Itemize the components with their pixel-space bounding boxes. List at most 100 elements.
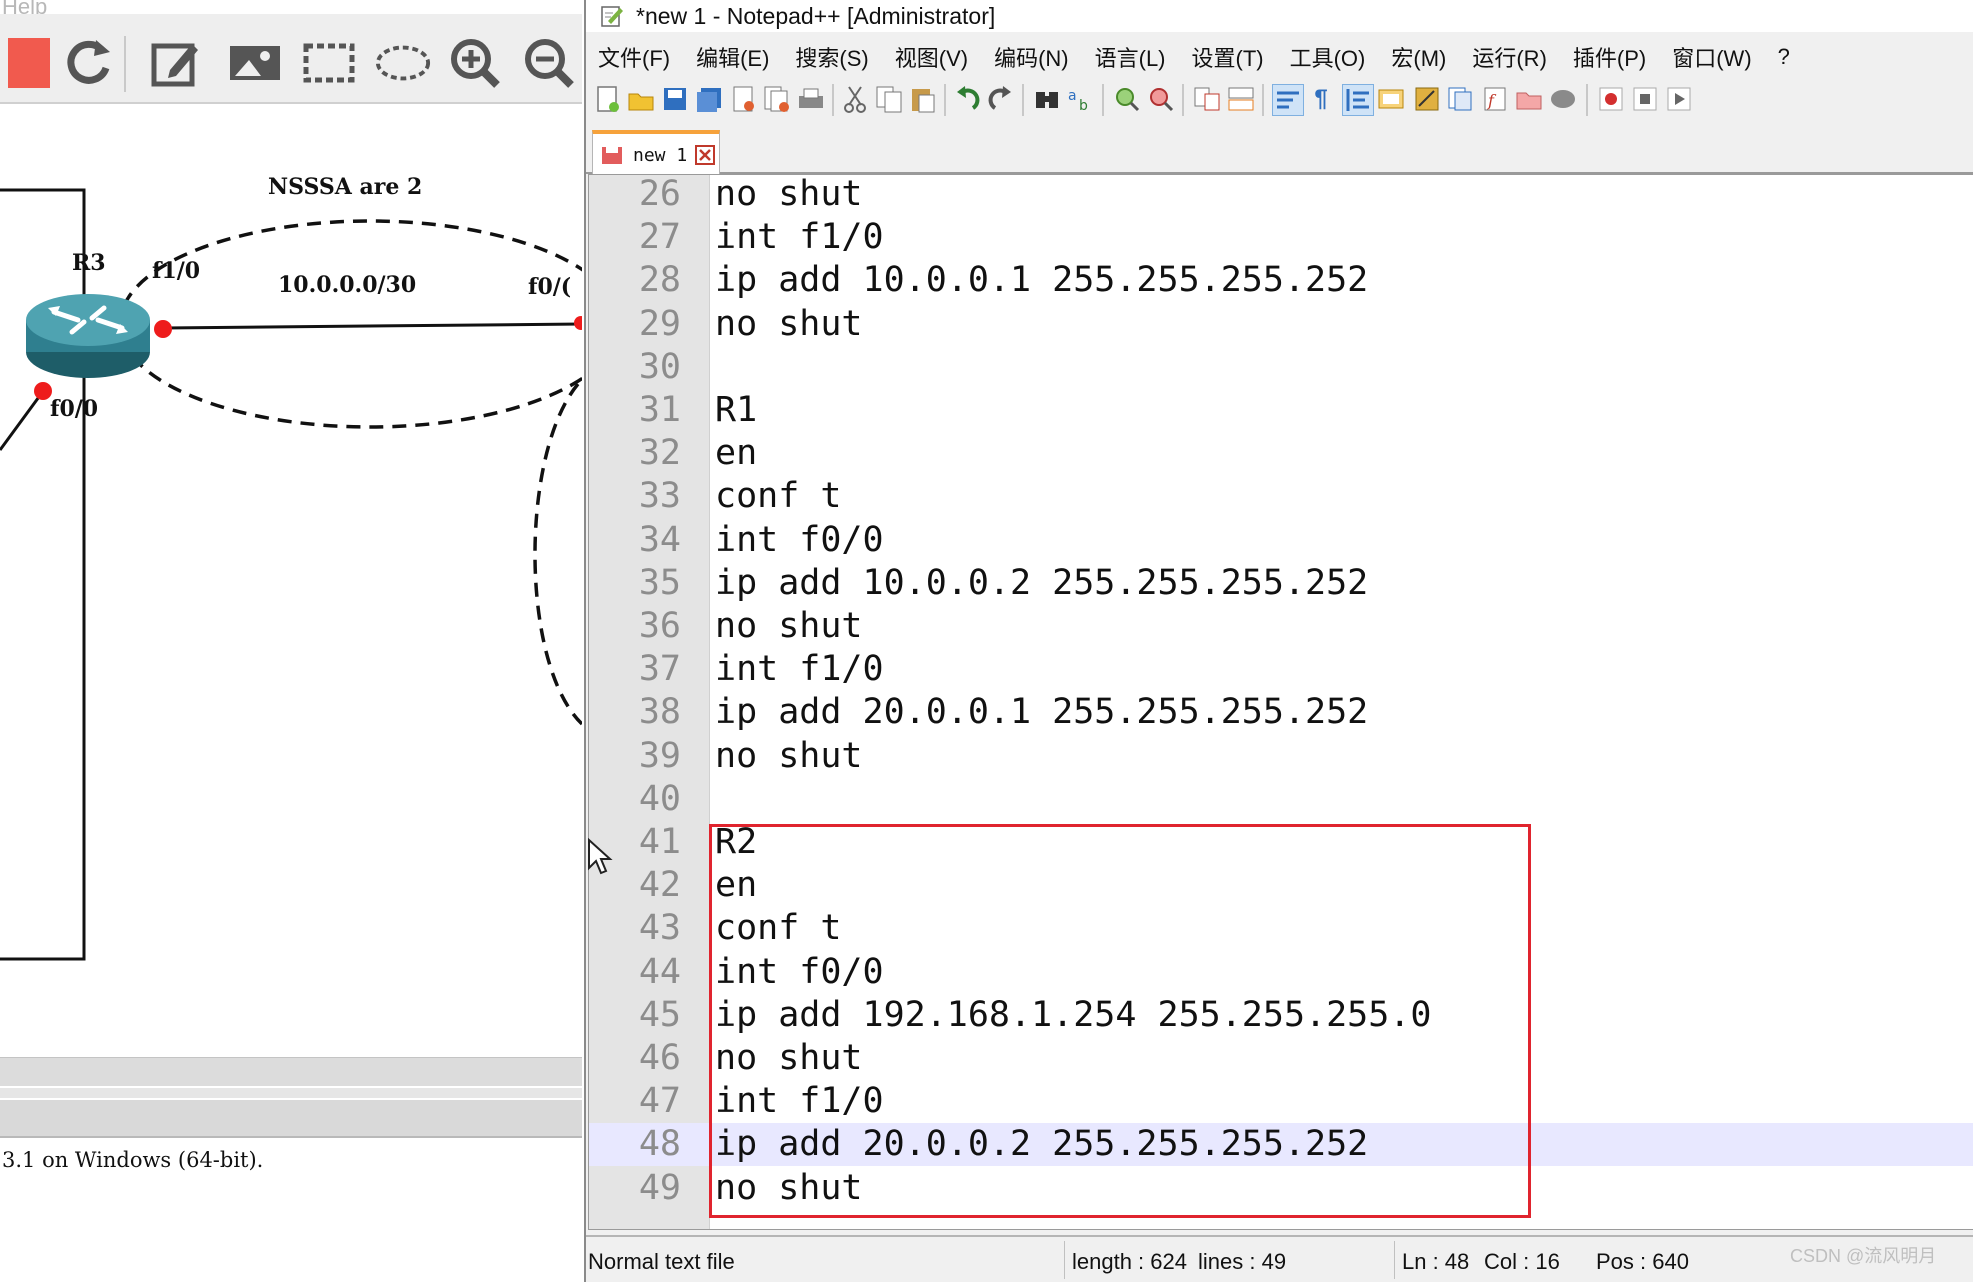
tab-new-1[interactable]: new 1	[592, 130, 720, 176]
menu-file[interactable]: 文件(F)	[598, 41, 670, 73]
editor-line[interactable]: 38 ip add 20.0.0.1 255.255.255.252	[589, 691, 1973, 734]
indent-guide-icon[interactable]	[1342, 84, 1374, 116]
line-text[interactable]: R1	[715, 389, 757, 432]
menu-plugins[interactable]: 插件(P)	[1573, 41, 1646, 73]
new-file-icon[interactable]	[592, 84, 622, 114]
zoom-out-editor-icon[interactable]	[1146, 84, 1176, 114]
stop-macro-icon[interactable]	[1630, 84, 1660, 114]
menu-view[interactable]: 视图(V)	[895, 41, 968, 73]
line-text[interactable]: en	[715, 432, 757, 475]
document-map-icon[interactable]	[1412, 84, 1442, 114]
zoom-out-icon[interactable]	[520, 34, 578, 92]
menu-settings[interactable]: 设置(T)	[1192, 41, 1264, 73]
undo-icon[interactable]	[952, 84, 982, 114]
user-language-icon[interactable]	[1376, 84, 1406, 114]
menu-language[interactable]: 语言(L)	[1095, 41, 1166, 73]
pane-splitter[interactable]	[0, 1088, 582, 1098]
stop-icon[interactable]	[0, 34, 58, 92]
close-tab-icon[interactable]	[695, 145, 716, 165]
line-text[interactable]: int f1/0	[715, 648, 884, 691]
gns3-menu-help[interactable]: Help	[0, 0, 47, 19]
editor-line[interactable]: 28 ip add 10.0.0.1 255.255.255.252	[589, 259, 1973, 302]
line-text[interactable]: int f1/0	[715, 216, 884, 259]
zoom-in-icon[interactable]	[446, 34, 504, 92]
redo-icon[interactable]	[986, 84, 1016, 114]
text-editor[interactable]: 26 no shut 27 int f1/0 28 ip add 10.0.0.1 255…	[588, 174, 1973, 1230]
area-label[interactable]: NSSSA are 2	[268, 174, 422, 200]
document-list-icon[interactable]	[1446, 84, 1476, 114]
folder-workspace-icon[interactable]	[1514, 84, 1544, 114]
draw-ellipse-icon[interactable]	[374, 34, 432, 92]
open-file-icon[interactable]	[626, 84, 656, 114]
menu-edit[interactable]: 编辑(E)	[696, 41, 769, 73]
replace-icon[interactable]: ab	[1066, 84, 1096, 114]
topology-canvas[interactable]: NSSSA are 2 R3 f1/0 10.0.0.0/30 f0/( f0/…	[0, 104, 582, 1054]
editor-line[interactable]: 34 int f0/0	[589, 519, 1973, 562]
menu-help[interactable]: ?	[1778, 44, 1790, 70]
link-subnet-label[interactable]: 10.0.0.0/30	[278, 272, 416, 298]
line-text[interactable]: ip add 10.0.0.1 255.255.255.252	[715, 259, 1368, 302]
menu-search[interactable]: 搜索(S)	[795, 41, 868, 73]
router-icon[interactable]	[24, 290, 154, 382]
line-text[interactable]: no shut	[715, 605, 863, 648]
play-macro-icon[interactable]	[1664, 84, 1694, 114]
record-macro-icon[interactable]	[1596, 84, 1626, 114]
status-col: Col : 16	[1484, 1249, 1560, 1274]
menu-run[interactable]: 运行(R)	[1472, 41, 1547, 73]
line-text[interactable]: ip add 20.0.0.1 255.255.255.252	[715, 691, 1368, 734]
editor-line[interactable]: 35 ip add 10.0.0.2 255.255.255.252	[589, 562, 1973, 605]
word-wrap-icon[interactable]	[1272, 84, 1304, 116]
close-file-icon[interactable]	[728, 84, 758, 114]
editor-line[interactable]: 27 int f1/0	[589, 216, 1973, 259]
editor-line[interactable]: 26 no shut	[589, 173, 1973, 216]
sync-vertical-icon[interactable]	[1192, 84, 1222, 114]
line-text[interactable]: no shut	[715, 735, 863, 778]
line-text[interactable]: int f0/0	[715, 519, 884, 562]
copy-icon[interactable]	[874, 84, 904, 114]
menu-tools[interactable]: 工具(O)	[1290, 41, 1366, 73]
editor-line[interactable]: 31 R1	[589, 389, 1973, 432]
menu-macro[interactable]: 宏(M)	[1391, 41, 1446, 73]
line-text[interactable]: no shut	[715, 173, 863, 216]
line-text[interactable]: ip add 10.0.0.2 255.255.255.252	[715, 562, 1368, 605]
editor-line[interactable]: 33 conf t	[589, 475, 1973, 518]
save-icon[interactable]	[660, 84, 690, 114]
line-text[interactable]: conf t	[715, 475, 841, 518]
editor-line[interactable]: 37 int f1/0	[589, 648, 1973, 691]
port-dot-f00-right[interactable]	[574, 316, 582, 330]
draw-rectangle-icon[interactable]	[300, 34, 358, 92]
router-name-label[interactable]: R3	[72, 250, 106, 276]
insert-picture-icon[interactable]	[226, 34, 284, 92]
port-label-f10[interactable]: f1/0	[152, 258, 200, 284]
line-number: 32	[638, 433, 681, 474]
close-all-icon[interactable]	[762, 84, 792, 114]
menu-encoding[interactable]: 编码(N)	[994, 41, 1069, 73]
port-label-f00-right[interactable]: f0/(	[528, 274, 571, 300]
show-all-characters-icon[interactable]: ¶	[1306, 84, 1336, 114]
port-dot-f10[interactable]	[154, 320, 172, 338]
editor-line[interactable]: 40	[589, 778, 1973, 821]
console-pane[interactable]: 3.1 on Windows (64-bit).	[0, 1138, 582, 1282]
cut-icon[interactable]	[840, 84, 870, 114]
line-text[interactable]: no shut	[715, 303, 863, 346]
sync-horizontal-icon[interactable]	[1226, 84, 1256, 114]
editor-line[interactable]: 29 no shut	[589, 303, 1973, 346]
editor-line[interactable]: 39 no shut	[589, 735, 1973, 778]
function-list-icon[interactable]: f	[1480, 84, 1510, 114]
editor-line[interactable]: 32 en	[589, 432, 1973, 475]
monitoring-icon[interactable]	[1548, 84, 1578, 114]
menu-window[interactable]: 窗口(W)	[1672, 41, 1751, 73]
editor-line[interactable]: 36 no shut	[589, 605, 1973, 648]
save-all-icon[interactable]	[694, 84, 724, 114]
window-title: *new 1 - Notepad++ [Administrator]	[636, 2, 996, 29]
reload-icon[interactable]	[60, 34, 118, 92]
port-label-f00[interactable]: f0/0	[50, 396, 98, 422]
zoom-in-editor-icon[interactable]	[1112, 84, 1142, 114]
find-icon[interactable]	[1032, 84, 1062, 114]
canvas-scrollbar[interactable]	[0, 1057, 582, 1086]
title-bar[interactable]: *new 1 - Notepad++ [Administrator]	[586, 0, 1973, 32]
paste-icon[interactable]	[908, 84, 938, 114]
edit-note-icon[interactable]	[146, 34, 204, 92]
print-icon[interactable]	[796, 84, 826, 114]
editor-line[interactable]: 30	[589, 346, 1973, 389]
